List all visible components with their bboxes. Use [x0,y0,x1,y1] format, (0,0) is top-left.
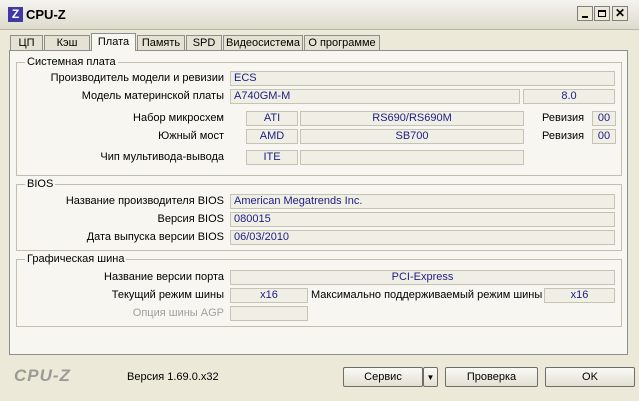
bios-group-title: BIOS [25,178,56,190]
port-field: PCI-Express [230,270,615,285]
link-width-label: Текущий режим шины [111,289,224,301]
port-label: Название версии порта [104,271,224,283]
chipset-model-field: RS690/RS690M [300,111,524,126]
close-icon: ✕ [615,6,626,20]
southbridge-vendor-field: AMD [246,129,298,144]
tools-button[interactable]: Сервис [343,367,423,387]
lpcio-model-field [300,150,524,165]
max-supported-field: x16 [544,288,615,303]
graphic-interface-group-title: Графическая шина [25,253,127,265]
minimize-button[interactable] [577,6,593,21]
southbridge-model-field: SB700 [300,129,524,144]
dropdown-arrow-icon: ▼ [426,373,435,382]
tab-spd[interactable]: SPD [186,35,222,50]
graphic-interface-group: Графическая шина Название версии порта P… [16,253,622,327]
max-supported-label: Максимально поддерживаемый режим шины [311,289,543,301]
title-bar[interactable]: Z CPU-Z ✕ [0,0,639,30]
chipset-revision-field: 00 [592,111,616,126]
bios-date-label: Дата выпуска версии BIOS [86,231,224,243]
cpuz-logo-icon: Z [8,7,23,22]
bios-version-label: Версия BIOS [157,213,224,225]
tab-panel: Системная плата Производитель модели и р… [9,50,628,355]
bios-version-field: 080015 [230,212,615,227]
tab-mainboard[interactable]: Плата [91,33,136,51]
minimize-icon [582,16,588,18]
maximize-icon [598,10,606,17]
manufacturer-label: Производитель модели и ревизии [50,72,224,84]
agp-label: Опция шины AGP [132,307,224,319]
close-button[interactable]: ✕ [612,6,628,21]
link-width-field: x16 [230,288,308,303]
tools-dropdown-button[interactable]: ▼ [423,367,438,387]
lpcio-vendor-field: ITE [246,150,298,165]
cpuz-brand-logo: CPU-Z [14,366,71,385]
cpuz-window: Z CPU-Z ✕ ЦП Кэш Плата Память SPD Видеос… [0,0,639,401]
bios-group: BIOS Название производителя BIOS America… [16,178,622,251]
bios-date-field: 06/03/2010 [230,230,615,245]
tab-graphics[interactable]: Видеосистема [223,35,303,50]
manufacturer-field: ECS [230,71,615,86]
tab-memory[interactable]: Память [137,35,185,50]
bios-brand-field: American Megatrends Inc. [230,194,615,209]
southbridge-revision-label: Ревизия [542,130,585,142]
model-revision-field: 8.0 [523,89,615,104]
lpcio-label: Чип мультивода-вывода [100,151,224,163]
motherboard-group-title: Системная плата [25,56,118,68]
chipset-vendor-field: ATI [246,111,298,126]
tab-cpu[interactable]: ЦП [10,35,43,50]
southbridge-label: Южный мост [158,130,224,142]
chipset-revision-label: Ревизия [542,112,585,124]
chipset-label: Набор микросхем [133,112,224,124]
model-field: A740GM-M [230,89,520,104]
validate-button[interactable]: Проверка [445,367,538,387]
ok-button[interactable]: OK [545,367,635,387]
motherboard-group: Системная плата Производитель модели и р… [16,56,622,176]
tab-about[interactable]: О программе [304,35,380,50]
southbridge-revision-field: 00 [592,129,616,144]
tab-cache[interactable]: Кэш [44,35,90,50]
bios-brand-label: Название производителя BIOS [65,195,224,207]
window-title: CPU-Z [26,7,66,22]
agp-field [230,306,308,321]
model-label: Модель материнской платы [81,90,224,102]
version-text: Версия 1.69.0.x32 [127,371,219,383]
maximize-button[interactable] [594,6,610,21]
